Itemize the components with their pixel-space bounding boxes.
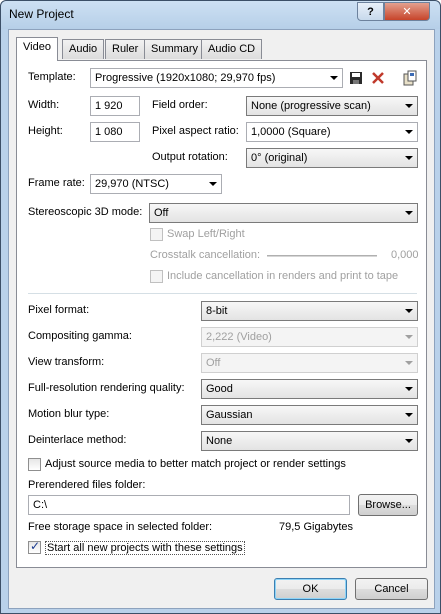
pixel-aspect-label: Pixel aspect ratio: — [152, 125, 239, 137]
free-storage-value: 79,5 Gigabytes — [279, 521, 353, 533]
compositing-gamma-select[interactable]: 2,222 (Video) — [201, 327, 418, 347]
chevron-down-icon — [405, 309, 413, 313]
field-order-value: None (progressive scan) — [251, 100, 371, 112]
browse-button[interactable]: Browse... — [358, 494, 418, 516]
title-bar[interactable]: New Project ? ✕ — [1, 1, 440, 29]
render-quality-label: Full-resolution rendering quality: — [28, 382, 185, 394]
height-label: Height: — [28, 125, 63, 137]
deinterlace-value: None — [206, 435, 233, 447]
view-transform-select[interactable]: Off — [201, 353, 418, 373]
compositing-gamma-value: 2,222 (Video) — [206, 331, 272, 343]
help-icon: ? — [367, 5, 374, 18]
free-storage-label: Free storage space in selected folder: — [28, 521, 213, 533]
field-order-select[interactable]: None (progressive scan) — [246, 96, 418, 116]
deinterlace-select[interactable]: None — [201, 431, 418, 451]
chevron-down-icon — [209, 182, 217, 186]
crosstalk-value: 0,000 — [391, 249, 419, 261]
chevron-down-icon — [405, 130, 413, 134]
adjust-source-label: Adjust source media to better match proj… — [45, 458, 346, 470]
tab-ruler-label: Ruler — [112, 43, 139, 55]
dialog-body: Audio Ruler Summary Audio CD Video Templ… — [8, 29, 435, 609]
chevron-down-icon — [405, 361, 413, 365]
output-rotation-select[interactable]: 0° (original) — [246, 148, 418, 168]
motion-blur-select[interactable]: Gaussian — [201, 405, 418, 425]
chevron-down-icon — [405, 156, 413, 160]
width-label: Width: — [28, 99, 60, 111]
chevron-down-icon — [405, 104, 413, 108]
motion-blur-value: Gaussian — [206, 409, 253, 421]
chevron-down-icon — [405, 439, 413, 443]
tab-summary-label: Summary — [151, 43, 199, 55]
adjust-source-checkbox[interactable] — [28, 458, 41, 471]
chevron-down-icon — [405, 335, 413, 339]
pixel-format-label: Pixel format: — [28, 304, 90, 316]
tab-audio-label: Audio — [69, 43, 98, 55]
cancel-button[interactable]: Cancel — [355, 578, 428, 600]
stereo-3d-value: Off — [154, 207, 169, 219]
swap-left-right-label: Swap Left/Right — [167, 228, 245, 240]
output-rotation-value: 0° (original) — [251, 152, 308, 164]
tab-audio-cd[interactable]: Audio CD — [201, 39, 263, 59]
motion-blur-label: Motion blur type: — [28, 408, 110, 420]
crosstalk-slider[interactable] — [267, 255, 377, 257]
match-media-button[interactable] — [401, 69, 419, 87]
view-transform-label: View transform: — [28, 356, 105, 368]
output-rotation-label: Output rotation: — [152, 151, 228, 163]
deinterlace-label: Deinterlace method: — [28, 434, 127, 446]
new-project-dialog: New Project ? ✕ Audio Ruler Summary Audi… — [0, 0, 441, 614]
match-media-icon — [403, 70, 417, 86]
start-all-checkbox[interactable]: ✓ — [28, 539, 41, 554]
chevron-down-icon — [405, 211, 413, 215]
render-quality-value: Good — [206, 383, 233, 395]
window-title: New Project — [9, 7, 74, 21]
frame-rate-value: 29,970 (NTSC) — [95, 178, 169, 190]
stereo-3d-label: Stereoscopic 3D mode: — [28, 206, 143, 218]
prerendered-folder-field[interactable]: C:\ — [28, 495, 350, 515]
compositing-gamma-label: Compositing gamma: — [28, 330, 132, 342]
start-all-label: Start all new projects with these settin… — [45, 541, 245, 555]
divider — [28, 293, 417, 294]
tab-video[interactable]: Video — [16, 37, 58, 61]
crosstalk-label: Crosstalk cancellation: — [150, 249, 261, 261]
checkmark-icon: ✓ — [30, 539, 41, 553]
frame-rate-select[interactable]: 29,970 (NTSC) — [90, 174, 222, 194]
stereo-3d-select[interactable]: Off — [149, 203, 418, 223]
swap-left-right-checkbox[interactable] — [150, 228, 163, 241]
height-field[interactable]: 1 080 — [90, 122, 140, 142]
chevron-down-icon — [330, 76, 338, 80]
view-transform-value: Off — [206, 357, 221, 369]
tab-audio[interactable]: Audio — [62, 39, 105, 59]
include-cancellation-label: Include cancellation in renders and prin… — [167, 270, 399, 282]
tab-summary[interactable]: Summary — [144, 39, 206, 59]
help-button[interactable]: ? — [357, 2, 384, 21]
width-field[interactable]: 1 920 — [90, 96, 140, 116]
render-quality-select[interactable]: Good — [201, 379, 418, 399]
include-cancellation-checkbox[interactable] — [150, 270, 163, 283]
tab-video-label: Video — [23, 41, 51, 53]
template-value: Progressive (1920x1080; 29,970 fps) — [95, 72, 276, 84]
chevron-down-icon — [405, 413, 413, 417]
save-template-button[interactable] — [347, 69, 365, 87]
tab-audio-cd-label: Audio CD — [208, 43, 256, 55]
delete-icon — [372, 72, 384, 84]
frame-rate-label: Frame rate: — [28, 177, 85, 189]
save-icon — [350, 72, 362, 84]
prerendered-folder-label: Prerendered files folder: — [28, 479, 146, 491]
delete-template-button[interactable] — [369, 69, 387, 87]
ok-button[interactable]: OK — [274, 578, 347, 600]
close-icon: ✕ — [402, 6, 412, 18]
close-button[interactable]: ✕ — [384, 2, 430, 21]
pixel-aspect-select[interactable]: 1,0000 (Square) — [246, 122, 418, 142]
template-select[interactable]: Progressive (1920x1080; 29,970 fps) — [90, 68, 343, 88]
chevron-down-icon — [405, 387, 413, 391]
video-tab-panel: Template: Progressive (1920x1080; 29,970… — [16, 60, 427, 568]
template-label: Template: — [28, 71, 76, 83]
pixel-format-select[interactable]: 8-bit — [201, 301, 418, 321]
field-order-label: Field order: — [152, 99, 208, 111]
pixel-aspect-value: 1,0000 (Square) — [251, 126, 331, 138]
pixel-format-value: 8-bit — [206, 305, 228, 317]
tab-ruler[interactable]: Ruler — [105, 39, 146, 59]
